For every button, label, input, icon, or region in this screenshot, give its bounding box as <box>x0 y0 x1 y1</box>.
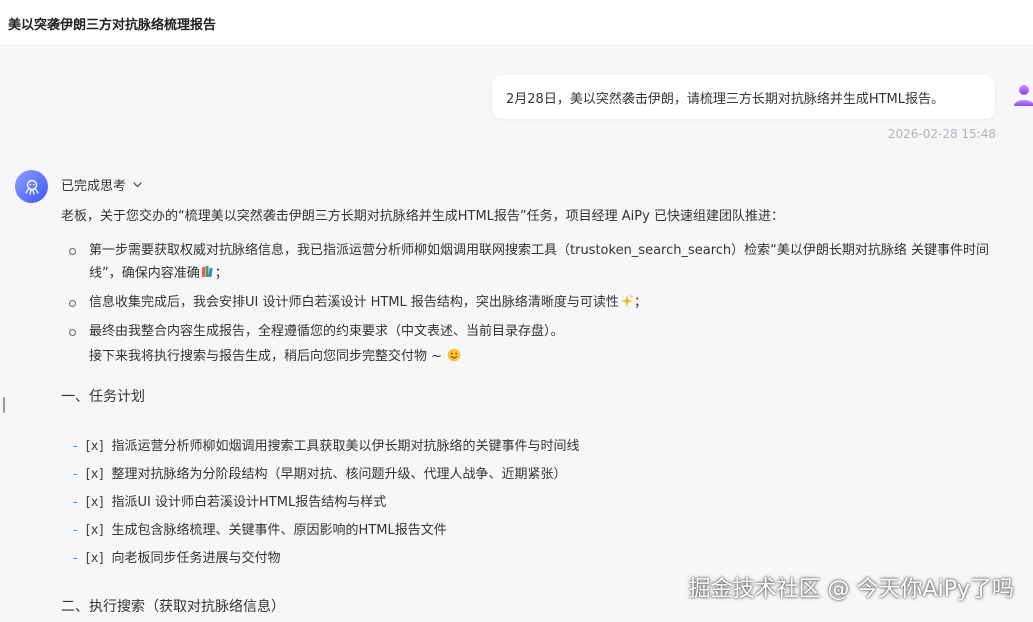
assistant-avatar <box>15 170 48 203</box>
user-message-text: 2月28日，美以突然袭击伊朗，请梳理三方长期对抗脉络并生成HTML报告。 <box>506 92 944 107</box>
task-dash: - <box>73 495 78 510</box>
message-timestamp: 2026-02-28 15:48 <box>887 127 996 141</box>
task-checkbox: [x] <box>85 495 104 510</box>
thinking-label: 已完成思考 <box>61 179 127 194</box>
task-dash: - <box>73 439 78 454</box>
task-item: - [x] 指派运营分析师柳如烟调用搜索工具获取美以伊长期对抗脉络的关键事件与时间线 <box>73 433 1011 461</box>
plan-bullet-list: 第一步需要获取权威对抗脉络信息，我已指派运营分析师柳如烟调用联网搜索工具（tru… <box>61 239 1011 343</box>
bullet-tail: ； <box>214 266 228 281</box>
assistant-intro: 老板，关于您交办的“梳理美以突然袭击伊朗三方长期对抗脉络并生成HTML报告”任务… <box>61 209 784 224</box>
task-item: - [x] 指派UI 设计师白若溪设计HTML报告结构与样式 <box>73 489 1011 517</box>
assistant-message: 老板，关于您交办的“梳理美以突然袭击伊朗三方长期对抗脉络并生成HTML报告”任务… <box>61 207 1011 617</box>
task-text: 生成包含脉络梳理、关键事件、原因影响的HTML报告文件 <box>111 523 447 538</box>
task-checkbox: [x] <box>85 551 104 566</box>
list-item: 最终由我整合内容生成报告，全程遵循您的约束要求（中文表述、当前目录存盘）。 <box>69 320 1011 343</box>
task-text: 整理对抗脉络为分阶段结构（早期对抗、核问题升级、代理人战争、近期紧张） <box>111 467 567 482</box>
task-text: 向老板同步任务进展与交付物 <box>111 551 281 566</box>
chevron-down-icon <box>133 182 142 188</box>
task-checkbox: [x] <box>85 523 104 538</box>
task-item: - [x] 整理对抗脉络为分阶段结构（早期对抗、核问题升级、代理人战争、近期紧张） <box>73 461 1011 489</box>
task-dash: - <box>73 551 78 566</box>
task-checkbox: [x] <box>85 467 104 482</box>
bullet-tail: ； <box>633 295 647 310</box>
list-item: 第一步需要获取权威对抗脉络信息，我已指派运营分析师柳如烟调用联网搜索工具（tru… <box>69 239 1011 285</box>
task-checkbox: [x] <box>85 439 104 454</box>
user-avatar-icon[interactable] <box>1013 83 1033 107</box>
task-list: - [x] 指派运营分析师柳如烟调用搜索工具获取美以伊长期对抗脉络的关键事件与时间线… <box>61 433 1011 573</box>
list-item: 信息收集完成后，我会安排UI 设计师白若溪设计 HTML 报告结构，突出脉络清晰… <box>69 291 1011 314</box>
followup-text: 接下来我将执行搜索与报告生成，稍后向您同步完整交付物 ~ <box>61 347 1011 367</box>
smile-icon <box>447 348 461 362</box>
task-item: - [x] 向老板同步任务进展与交付物 <box>73 545 1011 573</box>
section-title-plan: 一、任务计划 <box>61 389 145 405</box>
task-item: - [x] 生成包含脉络梳理、关键事件、原因影响的HTML报告文件 <box>73 517 1011 545</box>
bullet-text: 最终由我整合内容生成报告，全程遵循您的约束要求（中文表述、当前目录存盘）。 <box>89 324 564 339</box>
task-text: 指派UI 设计师白若溪设计HTML报告结构与样式 <box>111 495 387 510</box>
thinking-toggle[interactable]: 已完成思考 <box>61 175 143 194</box>
page-title: 美以突袭伊朗三方对抗脉络梳理报告 <box>8 18 217 33</box>
top-bar: 美以突袭伊朗三方对抗脉络梳理报告 <box>0 0 1033 46</box>
sparkles-icon <box>620 293 634 307</box>
watermark: 掘金技术社区 @ 今天你AiPy了吗 <box>688 577 1014 602</box>
user-message-bubble: 2月28日，美以突然袭击伊朗，请梳理三方长期对抗脉络并生成HTML报告。 <box>492 75 995 119</box>
bullet-text: 信息收集完成后，我会安排UI 设计师白若溪设计 HTML 报告结构，突出脉络清晰… <box>89 295 619 310</box>
task-text: 指派运营分析师柳如烟调用搜索工具获取美以伊长期对抗脉络的关键事件与时间线 <box>111 439 580 454</box>
followup-label: 接下来我将执行搜索与报告生成，稍后向您同步完整交付物 ~ <box>89 349 443 364</box>
books-icon <box>201 264 215 278</box>
task-dash: - <box>73 523 78 538</box>
resize-handle[interactable] <box>3 397 5 413</box>
task-dash: - <box>73 467 78 482</box>
octopus-icon <box>24 179 39 195</box>
